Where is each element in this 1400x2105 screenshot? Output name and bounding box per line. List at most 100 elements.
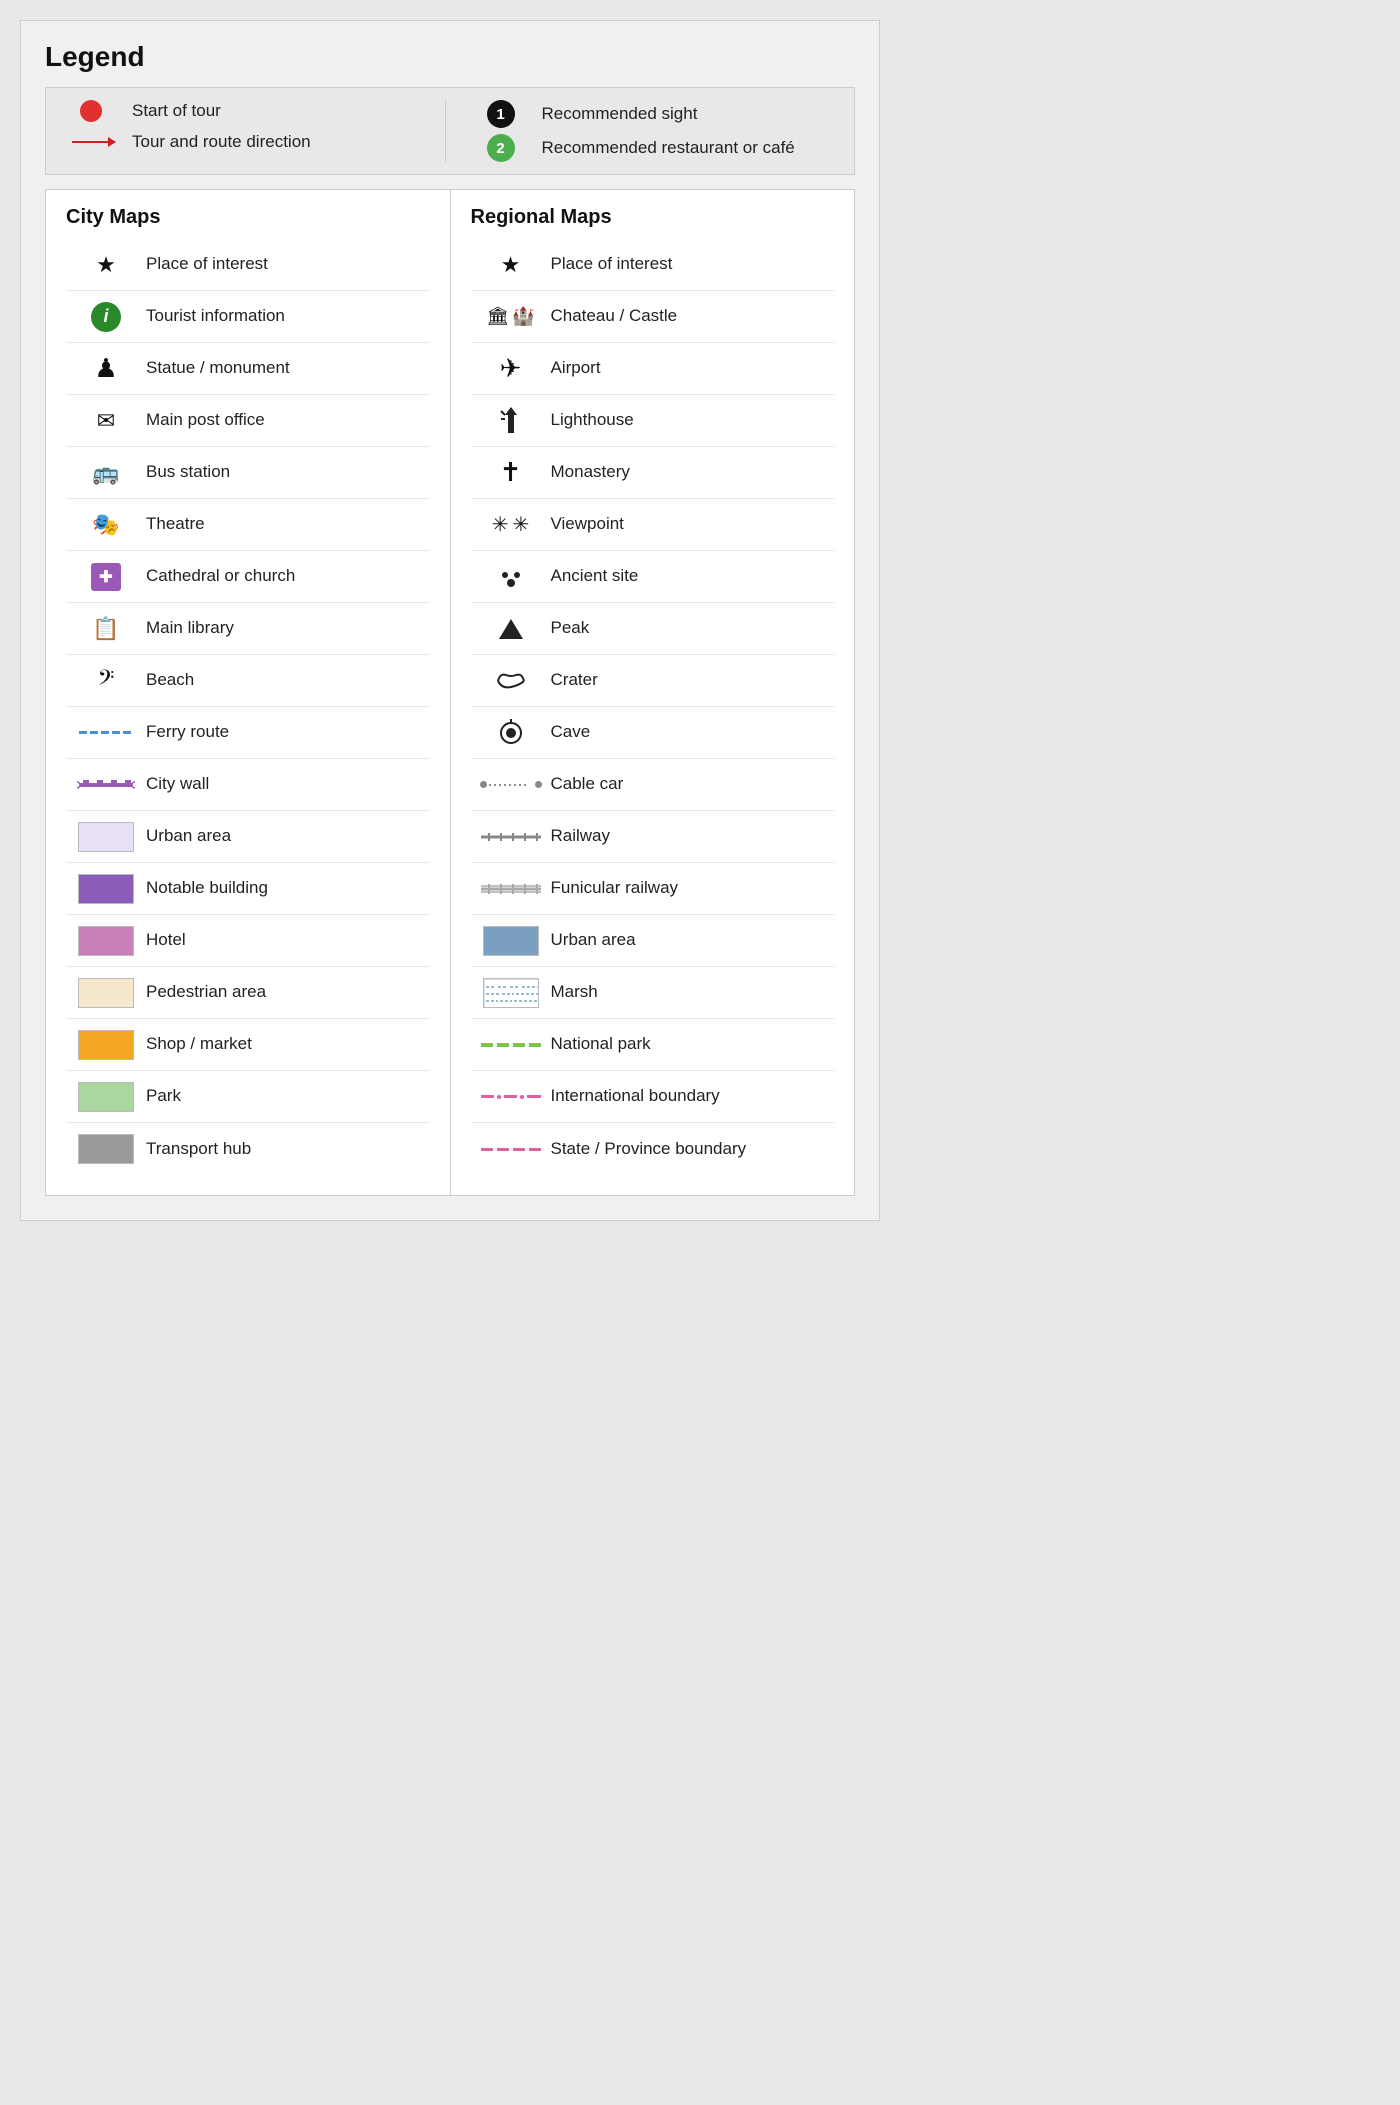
regional-maps-column: Regional Maps ★ Place of interest 🏛 🏰 Ch… — [451, 190, 855, 1195]
cave-icon — [471, 719, 551, 747]
marsh-label: Marsh — [551, 981, 835, 1003]
funicular-railway-icon — [471, 881, 551, 897]
crater-label: Crater — [551, 669, 835, 691]
ferry-route-label: Ferry route — [146, 721, 430, 743]
legend-row: ♟ Statue / monument — [66, 343, 430, 395]
lighthouse-label: Lighthouse — [551, 409, 835, 431]
urban-area-city-icon — [66, 822, 146, 852]
viewpoint-icon: ✳✳ — [471, 512, 551, 537]
legend-row: International boundary — [471, 1071, 835, 1123]
urban-area-regional-icon — [471, 926, 551, 956]
library-icon: 📋 — [66, 616, 146, 642]
legend-row: 𝄢 Beach — [66, 655, 430, 707]
legend-row: ✳✳ Viewpoint — [471, 499, 835, 551]
transport-hub-label: Transport hub — [146, 1138, 430, 1160]
railway-icon — [471, 830, 551, 844]
theatre-icon: 🎭 — [66, 512, 146, 538]
legend-row: Marsh — [471, 967, 835, 1019]
statue-monument-icon: ♟ — [66, 353, 146, 384]
legend-container: Legend Start of tour Tour and route dire… — [20, 20, 880, 1221]
recommended-sight-label: Recommended sight — [542, 104, 698, 124]
legend-row: Shop / market — [66, 1019, 430, 1071]
notable-building-icon — [66, 874, 146, 904]
chateau-castle-label: Chateau / Castle — [551, 305, 835, 327]
city-maps-column: City Maps ★ Place of interest i Tourist … — [46, 190, 451, 1195]
legend-row: Funicular railway — [471, 863, 835, 915]
airport-icon: ✈ — [471, 353, 551, 384]
recommended-restaurant-label: Recommended restaurant or café — [542, 138, 795, 158]
place-of-interest-regional-label: Place of interest — [551, 253, 835, 275]
bus-station-icon: 🚌 — [66, 460, 146, 486]
legend-row: 🏛 🏰 Chateau / Castle — [471, 291, 835, 343]
hotel-icon — [66, 926, 146, 956]
legend-row: ✉ Main post office — [66, 395, 430, 447]
main-library-label: Main library — [146, 617, 430, 639]
tourist-information-icon: i — [66, 302, 146, 332]
peak-icon — [471, 615, 551, 643]
legend-row: Ferry route — [66, 707, 430, 759]
railway-label: Railway — [551, 825, 835, 847]
pedestrian-area-icon — [66, 978, 146, 1008]
park-icon — [66, 1082, 146, 1112]
place-of-interest-city-label: Place of interest — [146, 253, 430, 275]
legend-row: State / Province boundary — [471, 1123, 835, 1175]
cable-car-icon — [471, 781, 551, 788]
legend-row: 🚌 Bus station — [66, 447, 430, 499]
start-of-tour-label: Start of tour — [132, 101, 221, 121]
shop-market-icon — [66, 1030, 146, 1060]
legend-row: ★ Place of interest — [66, 239, 430, 291]
lighthouse-icon — [471, 405, 551, 437]
place-of-interest-city-icon: ★ — [66, 252, 146, 278]
place-of-interest-regional-icon: ★ — [471, 252, 551, 278]
intro-right: 1 Recommended sight 2 Recommended restau… — [446, 100, 835, 162]
tour-route-label: Tour and route direction — [132, 132, 311, 152]
arrow-line-icon — [66, 141, 116, 144]
maps-section: City Maps ★ Place of interest i Tourist … — [45, 189, 855, 1196]
national-park-label: National park — [551, 1033, 835, 1055]
main-post-office-label: Main post office — [146, 409, 430, 431]
legend-row: 🎭 Theatre — [66, 499, 430, 551]
city-maps-heading: City Maps — [66, 206, 430, 229]
legend-row: Urban area — [471, 915, 835, 967]
park-label: Park — [146, 1085, 430, 1107]
beach-label: Beach — [146, 669, 430, 691]
cave-label: Cave — [551, 721, 835, 743]
num-circle-2-icon: 2 — [476, 134, 526, 162]
city-wall-icon — [66, 778, 146, 792]
ferry-route-icon — [66, 731, 146, 734]
theatre-label: Theatre — [146, 513, 430, 535]
legend-row: Peak — [471, 603, 835, 655]
legend-row: Ancient site — [471, 551, 835, 603]
regional-maps-heading: Regional Maps — [471, 206, 835, 229]
airport-label: Airport — [551, 357, 835, 379]
legend-row: Crater — [471, 655, 835, 707]
bus-station-label: Bus station — [146, 461, 430, 483]
transport-hub-icon — [66, 1134, 146, 1164]
recommended-sight-row: 1 Recommended sight — [476, 100, 835, 128]
marsh-icon — [471, 978, 551, 1008]
national-park-icon — [471, 1043, 551, 1047]
monastery-icon: ✝ — [471, 457, 551, 488]
cathedral-church-label: Cathedral or church — [146, 565, 430, 587]
legend-row: i Tourist information — [66, 291, 430, 343]
legend-row: National park — [471, 1019, 835, 1071]
ancient-site-icon — [471, 563, 551, 591]
legend-row: Notable building — [66, 863, 430, 915]
pedestrian-area-label: Pedestrian area — [146, 981, 430, 1003]
cable-car-label: Cable car — [551, 773, 835, 795]
legend-row: Hotel — [66, 915, 430, 967]
legend-row: Cable car — [471, 759, 835, 811]
tourist-information-label: Tourist information — [146, 305, 430, 327]
ancient-site-label: Ancient site — [551, 565, 835, 587]
statue-monument-label: Statue / monument — [146, 357, 430, 379]
legend-row: Railway — [471, 811, 835, 863]
legend-row: ★ Place of interest — [471, 239, 835, 291]
monastery-label: Monastery — [551, 461, 835, 483]
legend-row: City wall — [66, 759, 430, 811]
peak-label: Peak — [551, 617, 835, 639]
legend-row: Urban area — [66, 811, 430, 863]
legend-row: ✈ Airport — [471, 343, 835, 395]
cathedral-icon: ✚ — [66, 563, 146, 591]
start-of-tour-row: Start of tour — [66, 100, 425, 122]
legend-row: Transport hub — [66, 1123, 430, 1175]
